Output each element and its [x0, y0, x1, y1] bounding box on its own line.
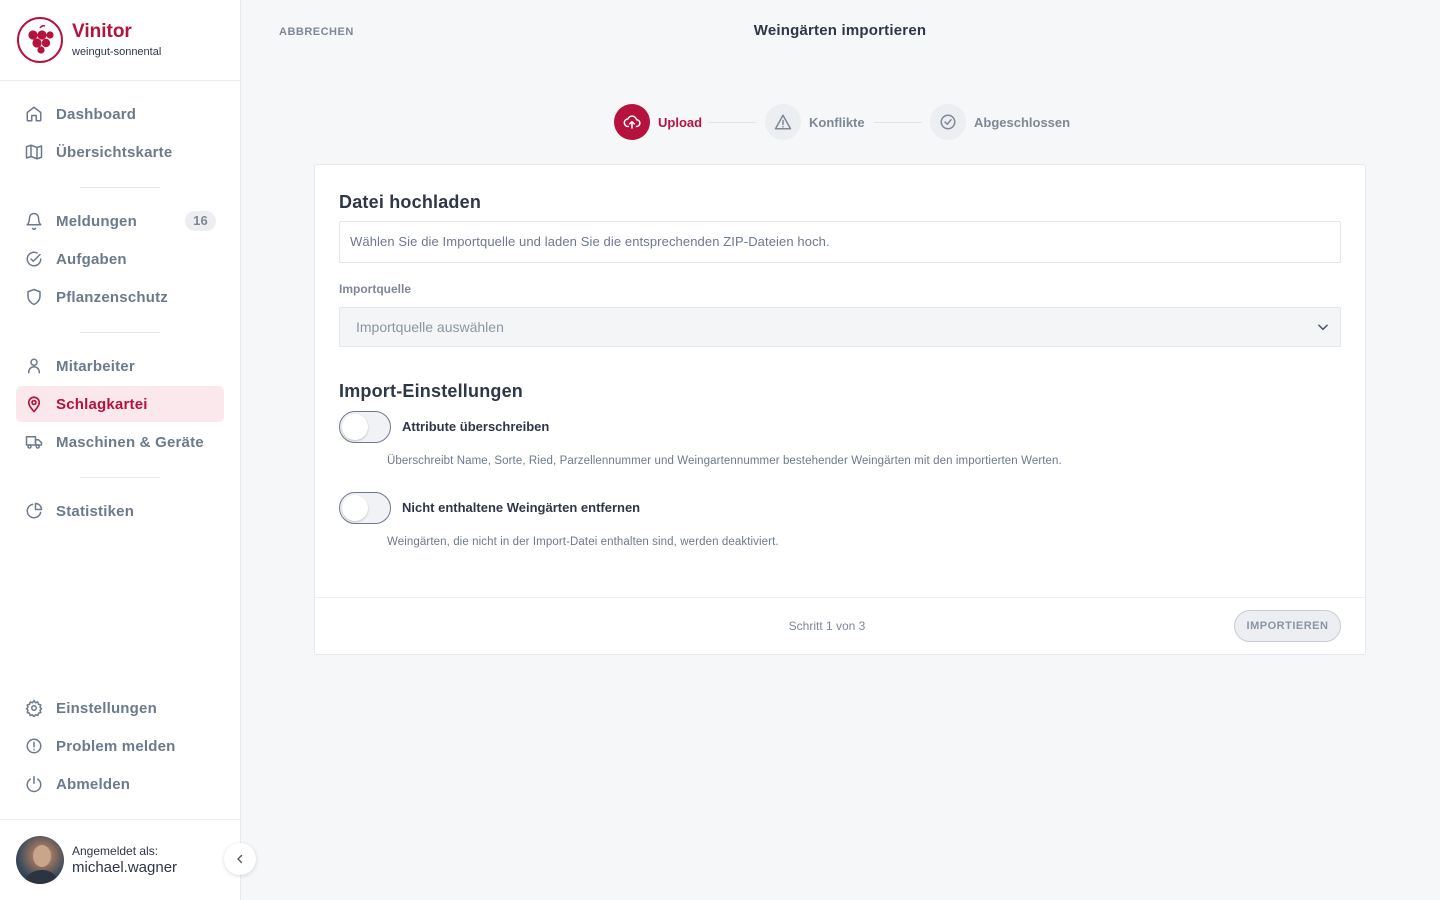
chevron-down-icon — [1316, 320, 1330, 337]
sidebar-item-pflanzenschutz[interactable]: Pflanzenschutz — [16, 279, 224, 315]
step-upload: Upload — [614, 104, 702, 140]
warning-icon — [774, 113, 792, 131]
user-name: michael.wagner — [72, 859, 178, 876]
remove-missing-label: Nicht enthaltene Weingärten entfernen — [402, 500, 641, 515]
home-icon — [24, 104, 44, 124]
sidebar-item-label: Pflanzenschutz — [56, 288, 168, 306]
avatar — [16, 836, 64, 884]
card-title: Datei hochladen — [339, 192, 482, 212]
sidebar-item-label: Maschinen & Geräte — [56, 433, 204, 451]
notification-count-badge: 16 — [185, 211, 216, 231]
step-circle — [765, 104, 801, 140]
sidebar-item-problem-melden[interactable]: Problem melden — [16, 728, 224, 764]
step-label: Konflikte — [809, 114, 865, 130]
sidebar-item-label: Aufgaben — [56, 250, 127, 268]
step-label: Abgeschlossen — [974, 114, 1071, 130]
remove-missing-toggle[interactable] — [339, 492, 391, 524]
toggle-knob — [342, 495, 368, 521]
sidebar-item-dashboard[interactable]: Dashboard — [16, 96, 224, 132]
sidebar: Vinitor weingut-sonnental Dashboard Über… — [0, 0, 241, 900]
step-connector — [874, 122, 922, 123]
toggle-knob — [342, 414, 368, 440]
import-source-placeholder: Importquelle auswählen — [356, 319, 504, 335]
chevron-left-icon — [234, 853, 246, 865]
overwrite-attributes-description: Überschreibt Name, Sorte, Ried, Parzelle… — [387, 455, 1062, 467]
sidebar-item-uebersichtskarte[interactable]: Übersichtskarte — [16, 134, 224, 170]
brand-name: Vinitor — [72, 21, 132, 42]
check-circle-icon — [939, 113, 957, 131]
card-footer: Schritt 1 von 3 IMPORTIEREN — [315, 597, 1365, 655]
sidebar-item-label: Einstellungen — [56, 699, 157, 717]
sidebar-item-statistiken[interactable]: Statistiken — [16, 493, 224, 529]
sidebar-item-label: Meldungen — [56, 212, 137, 230]
power-icon — [24, 774, 44, 794]
info-box: Wählen Sie die Importquelle und laden Si… — [339, 221, 1341, 263]
shield-icon — [24, 287, 44, 307]
sidebar-item-label: Übersichtskarte — [56, 143, 173, 161]
gear-icon — [24, 698, 44, 718]
sidebar-item-label: Mitarbeiter — [56, 357, 135, 375]
import-button[interactable]: IMPORTIEREN — [1234, 610, 1341, 642]
import-source-select[interactable]: Importquelle auswählen — [339, 307, 1341, 347]
overwrite-attributes-toggle[interactable] — [339, 411, 391, 443]
sidebar-item-maschinen-geraete[interactable]: Maschinen & Geräte — [16, 424, 224, 460]
sidebar-item-label: Statistiken — [56, 502, 135, 520]
step-count: Schritt 1 von 3 — [788, 619, 866, 633]
step-abgeschlossen: Abgeschlossen — [930, 104, 1070, 140]
upload-cloud-icon — [623, 113, 641, 131]
sidebar-item-label: Schlagkartei — [56, 395, 148, 413]
settings-title: Import-Einstellungen — [339, 381, 523, 401]
user-label: Angemeldet als: — [72, 844, 159, 858]
check-circle-icon — [24, 249, 44, 269]
import-source-label: Importquelle — [339, 282, 412, 296]
nav-divider — [80, 187, 160, 188]
sidebar-item-mitarbeiter[interactable]: Mitarbeiter — [16, 348, 224, 384]
step-connector — [708, 122, 756, 123]
grape-logo — [17, 17, 63, 63]
brand-subtitle: weingut-sonnental — [72, 46, 162, 58]
sidebar-item-label: Dashboard — [56, 105, 137, 123]
user-icon — [24, 356, 44, 376]
remove-missing-description: Weingärten, die nicht in der Import-Date… — [387, 536, 779, 548]
sidebar-item-einstellungen[interactable]: Einstellungen — [16, 690, 224, 726]
sidebar-item-label: Problem melden — [56, 737, 176, 755]
nav-divider — [80, 332, 160, 333]
upload-card: Datei hochladen Wählen Sie die Importque… — [314, 164, 1366, 655]
nav-divider — [80, 477, 160, 478]
alert-circle-icon — [24, 736, 44, 756]
sidebar-item-aufgaben[interactable]: Aufgaben — [16, 241, 224, 277]
page-title: Weingärten importieren — [753, 22, 927, 39]
truck-icon — [24, 432, 44, 452]
sidebar-item-abmelden[interactable]: Abmelden — [16, 766, 224, 802]
user-area[interactable]: Angemeldet als: michael.wagner — [0, 819, 240, 900]
collapse-sidebar-button[interactable] — [224, 843, 256, 875]
overwrite-attributes-label: Attribute überschreiben — [402, 419, 550, 434]
map-pin-icon — [24, 394, 44, 414]
step-label: Upload — [658, 114, 703, 130]
sidebar-item-label: Abmelden — [56, 775, 131, 793]
sidebar-item-schlagkartei[interactable]: Schlagkartei — [16, 386, 224, 422]
step-konflikte: Konflikte — [765, 104, 865, 140]
cancel-link[interactable]: ABBRECHEN — [279, 26, 354, 38]
step-circle — [930, 104, 966, 140]
bell-icon — [24, 211, 44, 231]
sidebar-item-meldungen[interactable]: Meldungen 16 — [16, 203, 224, 239]
brand[interactable]: Vinitor weingut-sonnental — [0, 0, 240, 81]
map-icon — [24, 142, 44, 162]
step-circle — [614, 104, 650, 140]
pie-chart-icon — [24, 501, 44, 521]
